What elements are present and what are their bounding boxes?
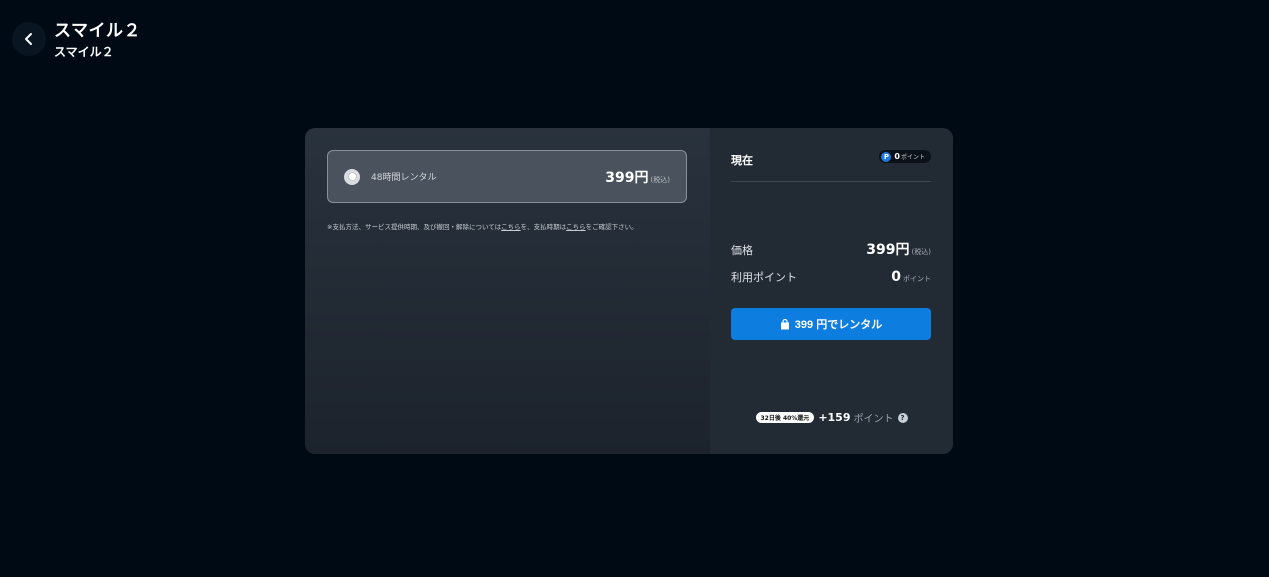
rent-button[interactable]: 399 円でレンタル [731, 308, 931, 340]
divider [731, 181, 931, 182]
question-circle-icon[interactable]: ? [897, 412, 908, 423]
rental-option-48h[interactable]: 48時間レンタル 399円 (税込) [327, 150, 687, 203]
use-points-unit: ポイント [903, 275, 931, 283]
chevron-left-icon [25, 33, 32, 45]
radio-button[interactable] [344, 168, 360, 185]
reward-badge: 32日後 40%還元 [755, 412, 815, 423]
rental-page: スマイル２ スマイル２ 48時間レンタル 399円 (税込) ※支払方法、サービ… [0, 0, 1269, 577]
use-points-value-group: 0 ポイント [891, 269, 931, 285]
back-button[interactable] [12, 22, 46, 56]
price-tax-note: (税込) [911, 248, 931, 256]
price-row: 価格 399円 (税込) [731, 239, 931, 259]
points-icon: P [881, 151, 892, 162]
notice-link-terms[interactable]: こちら [501, 223, 521, 231]
points-balance: 0 [894, 152, 900, 161]
use-points-label: 利用ポイント [731, 271, 797, 284]
points-balance-unit: ポイント [900, 154, 925, 161]
notice-suffix: をご確認下さい。 [585, 223, 638, 231]
points-balance-badge: P 0 ポイント [879, 150, 931, 163]
notice-prefix: ※支払方法、サービス提供時期、及び撤回・解除については [327, 223, 502, 231]
summary-pane: 現在 P 0 ポイント 価格 399円 (税込) 利用ポイント 0 ポイント 3… [710, 128, 953, 454]
rental-card: 48時間レンタル 399円 (税込) ※支払方法、サービス提供時期、及び撤回・解… [305, 128, 953, 454]
shopping-bag-icon [780, 318, 789, 329]
use-points-value: 0 [891, 269, 901, 285]
page-title: スマイル２ [54, 21, 141, 41]
title-block: スマイル２ スマイル２ [54, 20, 141, 60]
plan-pane: 48時間レンタル 399円 (税込) ※支払方法、サービス提供時期、及び撤回・解… [305, 128, 710, 454]
option-tax-note: (税込) [650, 175, 670, 184]
reward-points: +159 [818, 411, 851, 424]
payment-notice: ※支払方法、サービス提供時期、及び撤回・解除についてはこちらを、支払時期はこちら… [327, 221, 638, 231]
use-points-row: 利用ポイント 0 ポイント [731, 269, 931, 285]
price-value: 399円 [866, 242, 910, 258]
notice-link-payment-timing[interactable]: こちら [566, 223, 586, 231]
option-label: 48時間レンタル [371, 173, 437, 183]
price-label: 価格 [731, 244, 753, 257]
page-subtitle: スマイル２ [54, 45, 114, 59]
rent-button-label: 399 円でレンタル [794, 319, 883, 331]
reward-info: 32日後 40%還元 +159 ポイント ? [710, 410, 953, 425]
current-label: 現在 [731, 154, 753, 167]
reward-unit: ポイント [853, 414, 894, 425]
option-price-value: 399円 [605, 169, 649, 186]
option-price: 399円 (税込) [605, 167, 670, 187]
radio-indicator [347, 172, 357, 181]
notice-middle: を、支払時期は [520, 223, 567, 231]
price-value-group: 399円 (税込) [866, 239, 931, 259]
